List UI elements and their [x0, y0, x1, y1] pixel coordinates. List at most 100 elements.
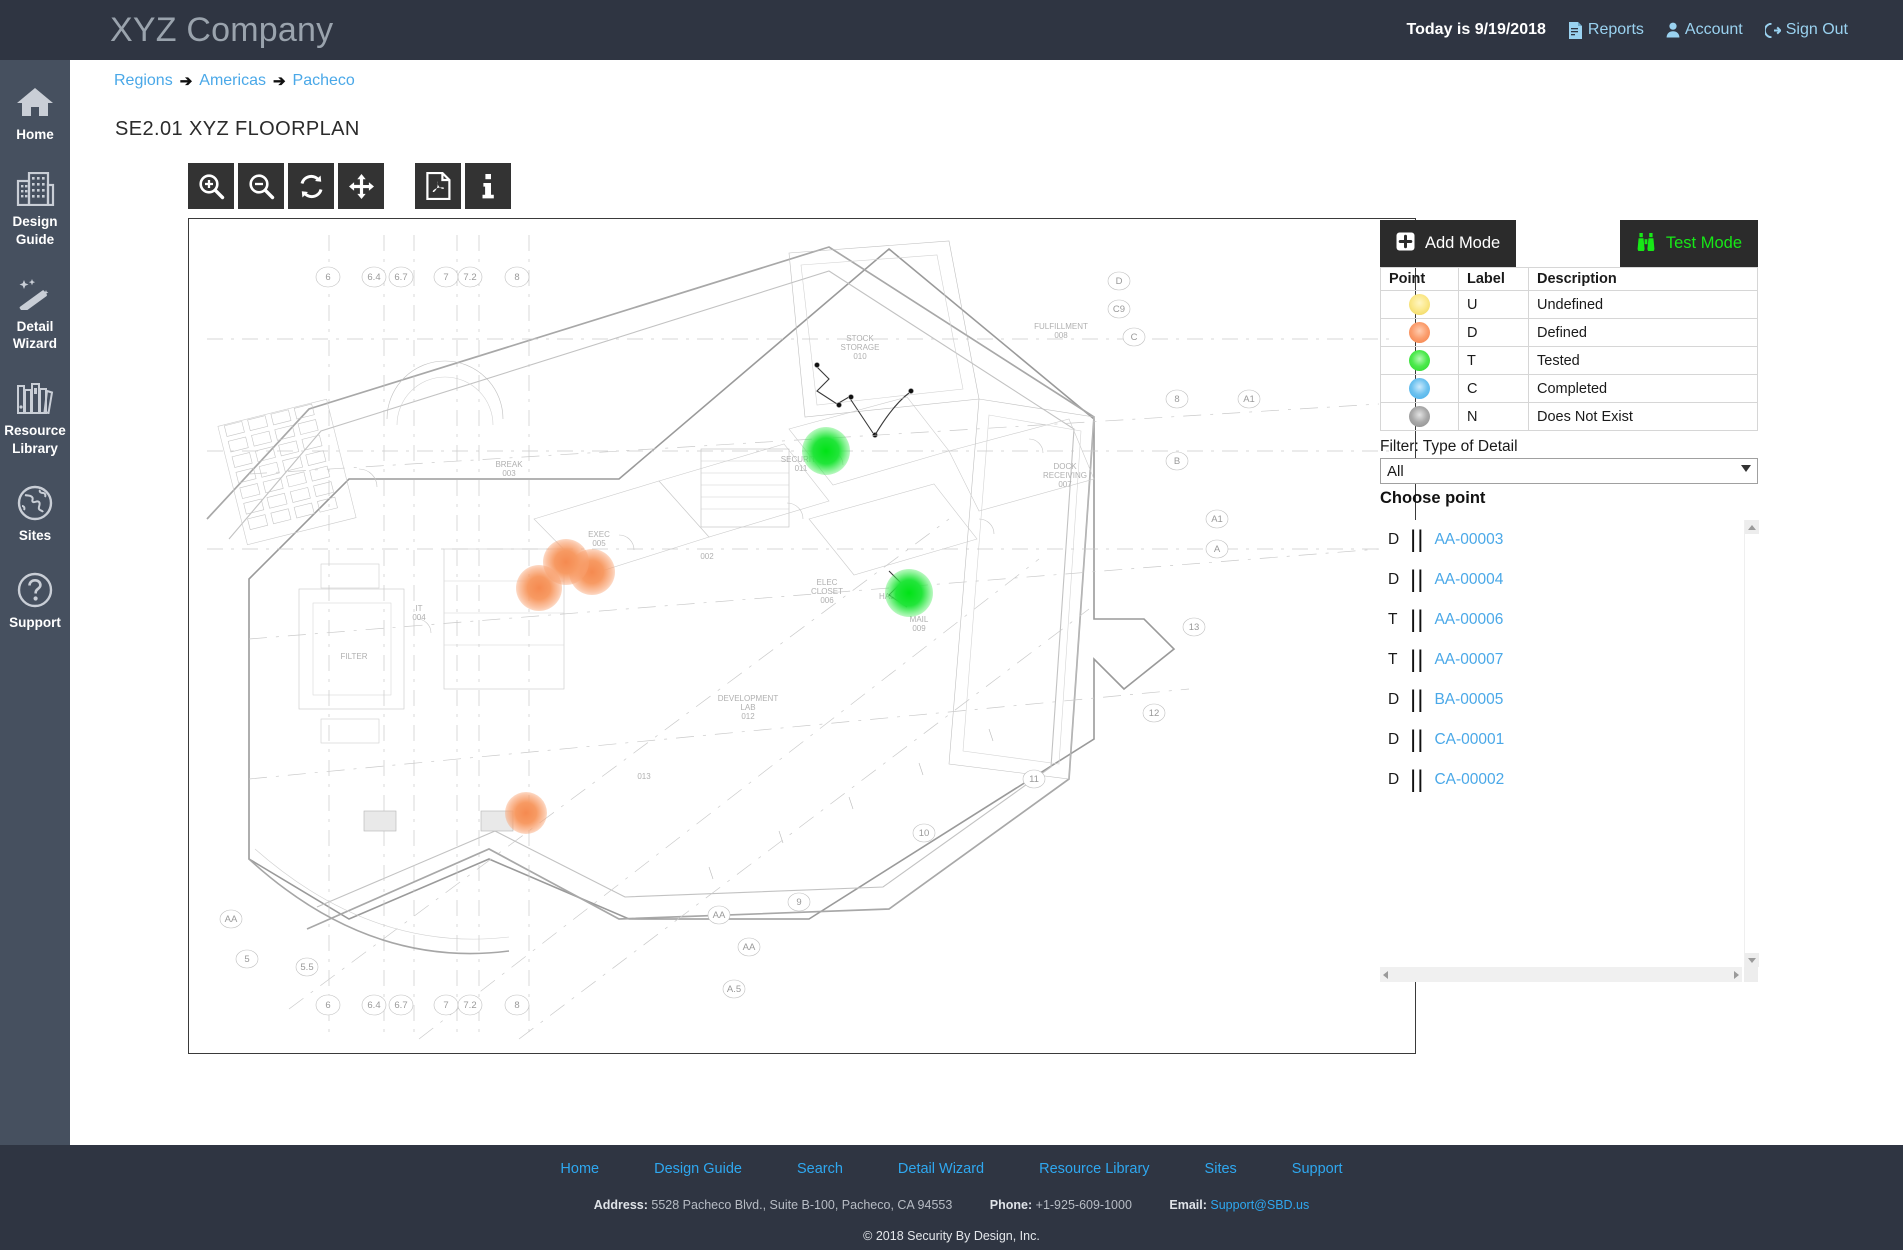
svg-text:8: 8	[514, 272, 519, 283]
svg-text:012: 012	[741, 712, 755, 721]
legend-label-n: N	[1458, 402, 1529, 431]
floorplan-marker-AA-00003[interactable]	[505, 792, 547, 834]
point-link[interactable]: AA-00006	[1434, 611, 1503, 629]
sidebar-item-home[interactable]: Home	[0, 82, 70, 143]
svg-text:10: 10	[919, 828, 930, 839]
svg-text:009: 009	[912, 624, 926, 633]
sidebar-item-support[interactable]: Support	[0, 570, 70, 631]
sidebar-label-design-guide: Design Guide	[12, 214, 58, 247]
footer-link-detail-wizard[interactable]: Detail Wizard	[898, 1161, 984, 1177]
breadcrumb-regions[interactable]: Regions	[114, 72, 173, 90]
svg-text:C9: C9	[1113, 304, 1125, 315]
choose-point-list: D || AA-00003 D || AA-00004 T || AA-0000…	[1380, 520, 1759, 982]
move-arrows-icon	[348, 173, 375, 200]
list-item[interactable]: T || AA-00007	[1380, 640, 1742, 680]
svg-text:006: 006	[820, 596, 834, 605]
scroll-left-button[interactable]	[1383, 970, 1388, 979]
sidebar-item-detail-wizard[interactable]: Detail Wizard	[0, 274, 70, 353]
list-item[interactable]: D || CA-00002	[1380, 760, 1742, 800]
floorplan-marker-AA-00006[interactable]	[802, 427, 850, 475]
floorplan-viewport[interactable]: 6 6.4 6.7 7 7.2 8 6 6.4 6.7 7 7.2 8 D C9…	[188, 218, 1416, 1054]
horizontal-scrollbar[interactable]	[1380, 967, 1742, 982]
svg-text:010: 010	[853, 352, 867, 361]
footer-link-support[interactable]: Support	[1292, 1161, 1343, 1177]
footer-copyright: © 2018 Security By Design, Inc.	[863, 1229, 1040, 1243]
vertical-scrollbar[interactable]	[1744, 520, 1759, 967]
footer-link-resource-library[interactable]: Resource Library	[1039, 1161, 1149, 1177]
breadcrumb-arrow-icon: ➔	[272, 73, 286, 90]
today-date: Today is 9/19/2018	[1406, 21, 1546, 38]
footer-link-search[interactable]: Search	[797, 1161, 843, 1177]
zoom-in-button[interactable]	[188, 163, 234, 209]
point-link[interactable]: AA-00003	[1434, 531, 1503, 549]
svg-text:6.4: 6.4	[367, 1000, 380, 1011]
reset-button[interactable]	[288, 163, 334, 209]
test-mode-label: Test Mode	[1665, 234, 1742, 252]
point-link[interactable]: AA-00007	[1434, 651, 1503, 669]
magnifier-minus-icon	[248, 173, 275, 200]
point-bars-icon: ||	[1410, 766, 1425, 793]
point-bars-icon: ||	[1410, 646, 1425, 673]
sidebar-item-resource-library[interactable]: Resource Library	[0, 378, 70, 457]
svg-text:IT: IT	[415, 604, 422, 613]
legend-label-d: D	[1458, 318, 1529, 347]
footer-link-design-guide[interactable]: Design Guide	[654, 1161, 742, 1177]
svg-text:DEVELOPMENT: DEVELOPMENT	[718, 694, 779, 703]
sign-out-link[interactable]: Sign Out	[1764, 21, 1848, 39]
breadcrumb-arrow-icon: ➔	[179, 73, 193, 90]
list-item[interactable]: T || AA-00006	[1380, 600, 1742, 640]
floorplan-marker-AA-00007[interactable]	[885, 569, 933, 617]
pdf-button[interactable]	[415, 163, 461, 209]
svg-text:BREAK: BREAK	[495, 460, 523, 469]
svg-text:7: 7	[443, 1000, 448, 1011]
svg-text:EXEC: EXEC	[588, 530, 610, 539]
svg-text:A1: A1	[1211, 514, 1223, 525]
list-item[interactable]: D || BA-00005	[1380, 680, 1742, 720]
scroll-down-button[interactable]	[1745, 953, 1759, 967]
plus-square-icon	[1396, 232, 1415, 256]
svg-text:6.7: 6.7	[394, 272, 407, 283]
point-list-scroll-area[interactable]: D || AA-00003 D || AA-00004 T || AA-0000…	[1380, 520, 1742, 967]
point-link[interactable]: CA-00002	[1434, 771, 1504, 789]
add-mode-button[interactable]: Add Mode	[1380, 220, 1517, 267]
sidebar-item-design-guide[interactable]: Design Guide	[0, 169, 70, 248]
question-mark-icon	[16, 570, 54, 610]
footer-link-home[interactable]: Home	[560, 1161, 599, 1177]
svg-text:DOCK: DOCK	[1053, 462, 1077, 471]
floorplan-marker-BA-00005[interactable]	[516, 565, 562, 611]
list-item[interactable]: D || AA-00004	[1380, 560, 1742, 600]
footer-links: Home Design Guide Search Detail Wizard R…	[0, 1161, 1903, 1177]
point-link[interactable]: CA-00001	[1434, 731, 1504, 749]
scroll-up-button[interactable]	[1745, 520, 1759, 534]
svg-text:AA: AA	[225, 914, 238, 925]
status-dot-tested-icon	[1409, 350, 1430, 371]
top-header-bar: XYZ Company Today is 9/19/2018 Reports A…	[0, 0, 1903, 60]
breadcrumb-americas[interactable]: Americas	[199, 72, 266, 90]
floorplan-toolbar	[188, 163, 1903, 209]
breadcrumb-pacheco[interactable]: Pacheco	[293, 72, 355, 90]
list-item[interactable]: D || CA-00001	[1380, 720, 1742, 760]
scroll-right-button[interactable]	[1734, 970, 1739, 979]
filter-select-wrapper: All	[1380, 458, 1758, 484]
account-link[interactable]: Account	[1666, 21, 1743, 39]
filter-type-of-detail-select[interactable]: All	[1380, 458, 1758, 484]
info-button[interactable]	[465, 163, 511, 209]
legend-header-row: Point Label Description	[1380, 267, 1758, 291]
reports-link[interactable]: Reports	[1568, 21, 1644, 39]
breadcrumb: Regions ➔ Americas ➔ Pacheco	[70, 60, 1903, 90]
sidebar-item-sites[interactable]: Sites	[0, 483, 70, 544]
point-status: T	[1388, 611, 1398, 628]
pan-button[interactable]	[338, 163, 384, 209]
list-item[interactable]: D || AA-00003	[1380, 520, 1742, 560]
svg-text:FULFILLMENT: FULFILLMENT	[1034, 322, 1088, 331]
footer-email-value[interactable]: Support@SBD.us	[1210, 1198, 1309, 1212]
test-mode-button[interactable]: Test Mode	[1619, 220, 1758, 267]
svg-text:9: 9	[796, 897, 801, 908]
footer-link-sites[interactable]: Sites	[1205, 1161, 1237, 1177]
footer-email-label: Email:	[1169, 1198, 1207, 1212]
triangle-up-icon	[1748, 524, 1756, 530]
zoom-out-button[interactable]	[238, 163, 284, 209]
sidebar-label-sites: Sites	[18, 527, 52, 543]
point-link[interactable]: BA-00005	[1434, 691, 1503, 709]
point-link[interactable]: AA-00004	[1434, 571, 1503, 589]
